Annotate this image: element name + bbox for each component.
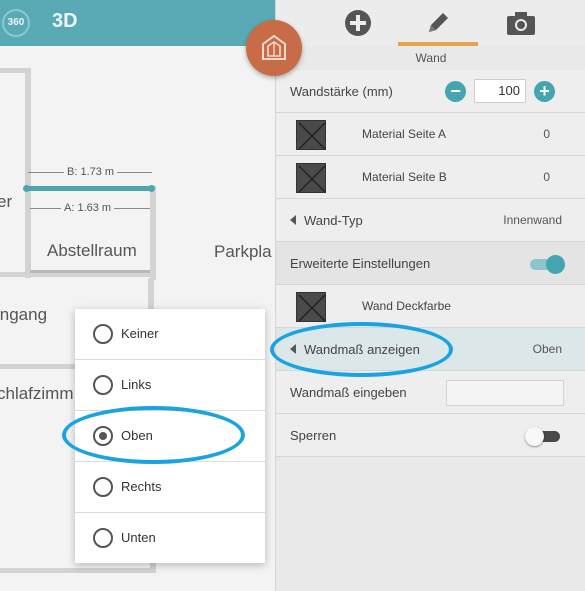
menu-option-oben[interactable]: Oben xyxy=(75,411,265,462)
selected-wall[interactable] xyxy=(26,186,154,191)
toggle-knob xyxy=(546,255,565,274)
wall-thickness-label: Wandstärke (mm) xyxy=(290,84,393,99)
enter-dimension-row: Wandmaß eingeben xyxy=(276,371,585,414)
tab-add[interactable] xyxy=(318,0,398,46)
room-label: Abstellraum xyxy=(47,241,137,260)
wall[interactable] xyxy=(150,186,156,280)
option-label: Unten xyxy=(121,530,156,545)
panel-title: Wand xyxy=(415,51,447,65)
advanced-settings-toggle[interactable] xyxy=(530,255,565,274)
material-b-value: 0 xyxy=(543,170,550,184)
show-dimension-row[interactable]: Wandmaß anzeigen Oben xyxy=(276,328,585,371)
empty-material-icon xyxy=(298,122,326,150)
view-360-button[interactable]: 360 xyxy=(2,9,30,37)
house-cube-icon xyxy=(262,34,286,60)
option-label: Links xyxy=(121,377,152,392)
radio-button[interactable] xyxy=(93,528,113,548)
lock-toggle[interactable] xyxy=(525,427,560,446)
view-toolbar: 360 3D xyxy=(0,0,275,46)
empty-material-icon xyxy=(298,165,326,193)
tab-edit[interactable] xyxy=(398,0,478,46)
radio-dot xyxy=(99,432,107,440)
increase-button[interactable]: + xyxy=(534,81,555,102)
material-a-label: Material Seite A xyxy=(362,127,447,141)
build-mode-button[interactable] xyxy=(246,20,302,76)
radio-button-selected[interactable] xyxy=(93,426,113,446)
room-label: Parkpla xyxy=(214,242,272,261)
enter-dimension-input[interactable] xyxy=(446,380,564,406)
menu-option-rechts[interactable]: Rechts xyxy=(75,462,265,513)
material-swatch[interactable] xyxy=(296,292,326,322)
menu-option-unten[interactable]: Unten xyxy=(75,513,265,564)
room-label: chlafzimm xyxy=(0,384,74,403)
wall-type-value: Innenwand xyxy=(503,213,562,227)
option-label: Rechts xyxy=(121,479,162,494)
material-b-label: Material Seite B xyxy=(362,170,447,184)
material-b-row[interactable]: Material Seite B 0 xyxy=(276,156,585,199)
cover-color-row[interactable]: Wand Deckfarbe xyxy=(276,285,585,328)
radio-button[interactable] xyxy=(93,375,113,395)
room-label: ingang xyxy=(0,305,48,324)
radio-button[interactable] xyxy=(93,477,113,497)
advanced-settings-row[interactable]: Erweiterte Einstellungen xyxy=(276,242,585,285)
decrease-button[interactable]: − xyxy=(445,81,466,102)
option-label: Keiner xyxy=(121,326,159,341)
wall-type-label: Wand-Typ xyxy=(304,213,363,228)
menu-option-keiner[interactable]: Keiner xyxy=(75,309,265,360)
enter-dimension-label: Wandmaß eingeben xyxy=(290,385,407,400)
caret-left-icon xyxy=(290,215,296,225)
wall[interactable] xyxy=(30,270,150,273)
cover-color-label: Wand Deckfarbe xyxy=(362,299,451,313)
property-list: Wandstärke (mm) − 100 + Material Seite A… xyxy=(276,70,585,457)
material-a-row[interactable]: Material Seite A 0 xyxy=(276,113,585,156)
option-label: Oben xyxy=(121,428,153,443)
menu-option-links[interactable]: Links xyxy=(75,360,265,411)
wall[interactable] xyxy=(0,568,156,573)
camera-icon xyxy=(507,12,535,35)
wall-thickness-row: Wandstärke (mm) − 100 + xyxy=(276,70,585,113)
lock-label: Sperren xyxy=(290,428,337,443)
properties-panel: Wand Wandstärke (mm) − 100 + Material Se… xyxy=(275,0,585,591)
tab-camera[interactable] xyxy=(481,0,561,46)
wall[interactable] xyxy=(0,364,80,369)
dimension-b-label: B: 1.73 m xyxy=(64,166,118,178)
material-a-value: 0 xyxy=(543,127,550,141)
add-icon xyxy=(345,10,371,36)
radio-button[interactable] xyxy=(93,324,113,344)
toggle-knob xyxy=(525,427,544,446)
show-dimension-value: Oben xyxy=(532,342,562,356)
active-tab-indicator xyxy=(398,42,478,46)
material-swatch[interactable] xyxy=(296,120,326,150)
wall[interactable] xyxy=(25,68,31,278)
dimension-a-label: A: 1.63 m xyxy=(61,202,115,214)
wall-thickness-input[interactable]: 100 xyxy=(474,79,526,103)
material-swatch[interactable] xyxy=(296,163,326,193)
wall-end-handle[interactable] xyxy=(148,185,155,192)
dimension-position-menu: Keiner Links Oben Rechts Unten xyxy=(75,309,265,563)
advanced-settings-label: Erweiterte Einstellungen xyxy=(290,256,431,271)
wall-type-row[interactable]: Wand-Typ Innenwand xyxy=(276,199,585,242)
show-dimension-label: Wandmaß anzeigen xyxy=(304,342,420,357)
lock-row: Sperren xyxy=(276,414,585,457)
view-3d-button[interactable]: 3D xyxy=(52,10,78,33)
wall-end-handle[interactable] xyxy=(23,185,30,192)
empty-material-icon xyxy=(298,294,326,322)
caret-left-icon xyxy=(290,344,296,354)
panel-tabs xyxy=(276,0,585,46)
pencil-icon xyxy=(429,13,448,32)
room-label: er xyxy=(0,192,13,211)
